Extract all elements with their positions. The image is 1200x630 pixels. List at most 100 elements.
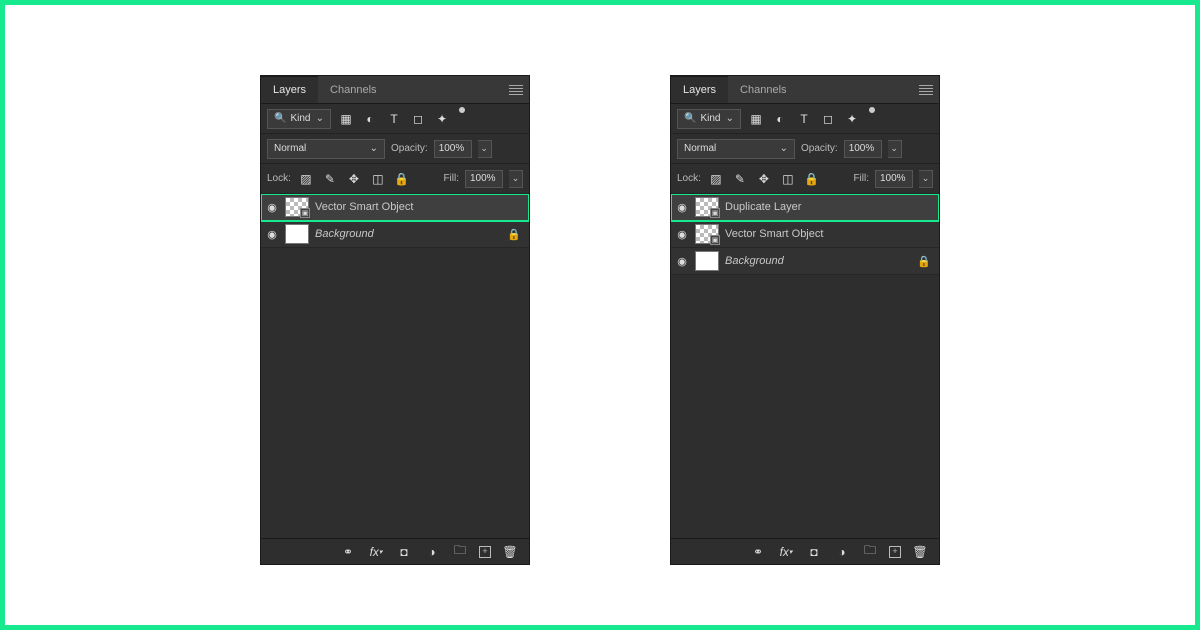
new-layer-icon[interactable]: +	[479, 546, 491, 558]
layer-name[interactable]: Duplicate Layer	[725, 201, 935, 213]
chevron-down-icon	[726, 113, 734, 124]
layers-list: ◉ ▣ Duplicate Layer ◉ ▣ Vector Smart Obj…	[671, 194, 939, 538]
visibility-eye-icon[interactable]: ◉	[265, 201, 279, 214]
layer-thumbnail[interactable]	[695, 251, 719, 271]
visibility-eye-icon[interactable]: ◉	[675, 201, 689, 214]
layer-thumbnail[interactable]: ▣	[695, 224, 719, 244]
layer-row[interactable]: ◉ ▣ Duplicate Layer	[671, 194, 939, 221]
layer-thumbnail[interactable]: ▣	[695, 197, 719, 217]
chevron-down-icon[interactable]: ⌄	[509, 170, 523, 188]
search-icon: 🔍	[684, 113, 696, 124]
link-layers-icon[interactable]: ⚭	[749, 543, 767, 561]
smart-object-badge-icon: ▣	[300, 208, 310, 218]
adjustment-layer-icon[interactable]: ◑	[833, 543, 851, 561]
layer-mask-icon[interactable]: ◘	[805, 543, 823, 561]
tab-layers[interactable]: Layers	[671, 76, 728, 103]
filter-smartobj-icon[interactable]: ✦	[843, 110, 861, 128]
layer-name[interactable]: Vector Smart Object	[725, 228, 935, 240]
chevron-down-icon	[316, 113, 324, 124]
panel-footer: ⚭ fx▾ ◘ ◑ 🗀 + 🗑	[261, 538, 529, 564]
tab-channels[interactable]: Channels	[318, 76, 388, 103]
layer-style-icon[interactable]: fx▾	[777, 543, 795, 561]
chevron-down-icon[interactable]: ⌄	[888, 140, 902, 158]
fill-label: Fill:	[853, 173, 869, 184]
layer-row[interactable]: ◉ Background 🔒	[261, 221, 529, 248]
layer-thumbnail[interactable]	[285, 224, 309, 244]
layer-row[interactable]: ◉ Background 🔒	[671, 248, 939, 275]
layer-mask-icon[interactable]: ◘	[395, 543, 413, 561]
fill-input[interactable]: 100%	[465, 170, 503, 188]
dropdown-label: Kind	[290, 113, 310, 124]
dropdown-label: Kind	[700, 113, 720, 124]
opacity-input[interactable]: 100%	[844, 140, 882, 158]
new-layer-icon[interactable]: +	[889, 546, 901, 558]
blend-row: Normal Opacity: 100% ⌄	[671, 134, 939, 164]
tab-channels[interactable]: Channels	[728, 76, 798, 103]
panel-menu-icon[interactable]	[919, 85, 933, 95]
panel-tab-bar: Layers Channels	[261, 76, 529, 104]
layer-name[interactable]: Vector Smart Object	[315, 201, 525, 213]
delete-layer-icon[interactable]: 🗑	[501, 543, 519, 561]
filter-type-icon[interactable]: T	[385, 110, 403, 128]
opacity-value: 100%	[849, 143, 875, 154]
adjustment-layer-icon[interactable]: ◑	[423, 543, 441, 561]
blend-mode-dropdown[interactable]: Normal	[267, 139, 385, 159]
fill-value: 100%	[470, 173, 496, 184]
tab-layers[interactable]: Layers	[261, 76, 318, 103]
chevron-down-icon[interactable]: ⌄	[478, 140, 492, 158]
layers-panel: Layers Channels 🔍 Kind ▦ ◐ T ◻ ✦ Normal …	[260, 75, 530, 565]
chevron-down-icon[interactable]: ⌄	[919, 170, 933, 188]
lock-artboard-icon[interactable]: ◫	[369, 170, 387, 188]
lock-artboard-icon[interactable]: ◫	[779, 170, 797, 188]
layers-panel: Layers Channels 🔍 Kind ▦ ◐ T ◻ ✦ Normal …	[670, 75, 940, 565]
lock-position-icon[interactable]: ✥	[345, 170, 363, 188]
group-icon[interactable]: 🗀	[861, 543, 879, 561]
filter-type-icon[interactable]: T	[795, 110, 813, 128]
lock-transparency-icon[interactable]: ▨	[297, 170, 315, 188]
opacity-input[interactable]: 100%	[434, 140, 472, 158]
filter-pixel-icon[interactable]: ▦	[747, 110, 765, 128]
panel-footer: ⚭ fx▾ ◘ ◑ 🗀 + 🗑	[671, 538, 939, 564]
filter-adjustment-icon[interactable]: ◐	[771, 110, 789, 128]
lock-row: Lock: ▨ ✎ ✥ ◫ 🔒 Fill: 100% ⌄	[261, 164, 529, 194]
visibility-eye-icon[interactable]: ◉	[675, 228, 689, 241]
filter-adjustment-icon[interactable]: ◐	[361, 110, 379, 128]
layer-thumbnail[interactable]: ▣	[285, 197, 309, 217]
fill-label: Fill:	[443, 173, 459, 184]
layer-style-icon[interactable]: fx▾	[367, 543, 385, 561]
filter-row: 🔍 Kind ▦ ◐ T ◻ ✦	[671, 104, 939, 134]
lock-pixels-icon[interactable]: ✎	[321, 170, 339, 188]
filter-kind-dropdown[interactable]: 🔍 Kind	[677, 109, 741, 129]
filter-shape-icon[interactable]: ◻	[819, 110, 837, 128]
blend-mode-dropdown[interactable]: Normal	[677, 139, 795, 159]
lock-position-icon[interactable]: ✥	[755, 170, 773, 188]
panel-menu-icon[interactable]	[509, 85, 523, 95]
filter-pixel-icon[interactable]: ▦	[337, 110, 355, 128]
delete-layer-icon[interactable]: 🗑	[911, 543, 929, 561]
visibility-eye-icon[interactable]: ◉	[675, 255, 689, 268]
filter-kind-dropdown[interactable]: 🔍 Kind	[267, 109, 331, 129]
lock-transparency-icon[interactable]: ▨	[707, 170, 725, 188]
lock-all-icon[interactable]: 🔒	[393, 170, 411, 188]
tab-label: Layers	[273, 84, 306, 96]
panel-tab-bar: Layers Channels	[671, 76, 939, 104]
search-icon: 🔍	[274, 113, 286, 124]
filter-smartobj-icon[interactable]: ✦	[433, 110, 451, 128]
fill-input[interactable]: 100%	[875, 170, 913, 188]
lock-pixels-icon[interactable]: ✎	[731, 170, 749, 188]
layer-name[interactable]: Background	[725, 255, 911, 267]
lock-label: Lock:	[677, 173, 701, 184]
filter-toggle-icon[interactable]	[459, 107, 465, 113]
opacity-label: Opacity:	[801, 143, 838, 154]
layer-name[interactable]: Background	[315, 228, 501, 240]
tab-label: Channels	[740, 84, 786, 96]
visibility-eye-icon[interactable]: ◉	[265, 228, 279, 241]
filter-toggle-icon[interactable]	[869, 107, 875, 113]
filter-shape-icon[interactable]: ◻	[409, 110, 427, 128]
lock-all-icon[interactable]: 🔒	[803, 170, 821, 188]
layer-row[interactable]: ◉ ▣ Vector Smart Object	[671, 221, 939, 248]
link-layers-icon[interactable]: ⚭	[339, 543, 357, 561]
layer-row[interactable]: ◉ ▣ Vector Smart Object	[261, 194, 529, 221]
chevron-down-icon	[370, 143, 378, 154]
group-icon[interactable]: 🗀	[451, 543, 469, 561]
